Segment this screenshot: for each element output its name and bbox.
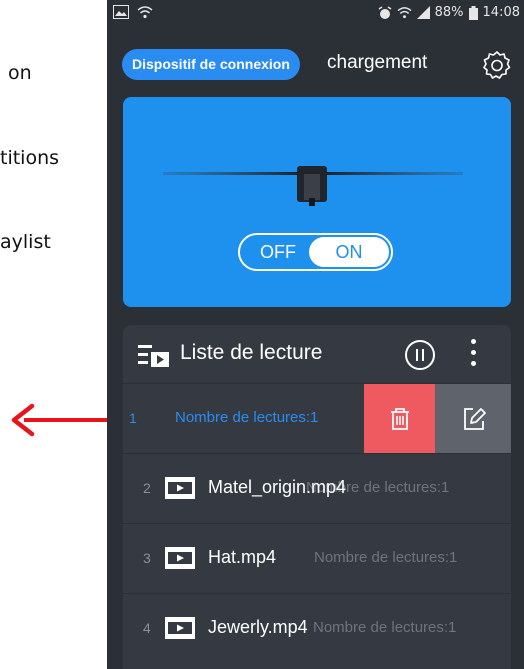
playlist-panel: Liste de lecture 1 Nombre de lectures:1 bbox=[123, 325, 511, 669]
gear-icon[interactable] bbox=[482, 50, 512, 80]
delete-button[interactable] bbox=[364, 384, 435, 454]
item-number: 2 bbox=[143, 480, 151, 496]
side-text-line-2: titions bbox=[0, 147, 60, 169]
device-card: OFF ON bbox=[123, 97, 511, 307]
pause-all-button[interactable] bbox=[405, 340, 435, 370]
wifi-status-icon bbox=[397, 7, 412, 19]
more-options-button[interactable] bbox=[469, 339, 477, 371]
edit-icon bbox=[464, 408, 486, 430]
red-arrow-annotation bbox=[11, 403, 120, 437]
playlist-item[interactable]: 2 Nombre de lectures:1 Matel_origin.mp4 bbox=[123, 453, 511, 524]
playlist-title: Liste de lecture bbox=[180, 341, 323, 364]
playlist-header: Liste de lecture bbox=[123, 325, 511, 383]
item-play-count: Nombre de lectures:1 bbox=[175, 409, 319, 426]
wifi-icon bbox=[137, 6, 153, 19]
item-number: 3 bbox=[143, 550, 151, 566]
trash-icon bbox=[391, 408, 409, 430]
video-file-icon bbox=[165, 617, 195, 639]
signal-icon bbox=[416, 6, 430, 19]
item-file-name: Hat.mp4 bbox=[208, 547, 277, 567]
side-text-line-3: aylist bbox=[0, 231, 51, 253]
item-play-count: Nombre de lectures:1 bbox=[313, 619, 457, 636]
playlist-icon bbox=[138, 345, 169, 367]
item-number: 1 bbox=[129, 410, 137, 426]
video-file-icon bbox=[165, 477, 195, 499]
status-bar: 88% 14:08 bbox=[107, 0, 524, 26]
battery-icon bbox=[468, 5, 478, 20]
top-bar: Dispositif de connexion chargement bbox=[107, 40, 524, 92]
edit-button[interactable] bbox=[435, 384, 511, 454]
hologram-fan-image bbox=[163, 166, 463, 206]
gallery-icon bbox=[113, 5, 129, 19]
side-text-line-1: on bbox=[8, 62, 32, 84]
battery-percent: 88% bbox=[434, 5, 464, 20]
toggle-on-label: ON bbox=[309, 237, 389, 267]
toggle-off-label: OFF bbox=[260, 242, 296, 262]
alarm-icon bbox=[378, 5, 392, 19]
video-file-icon bbox=[165, 547, 195, 569]
item-number: 4 bbox=[143, 620, 151, 636]
playlist-item[interactable]: 1 Nombre de lectures:1 bbox=[123, 383, 511, 454]
playlist-item[interactable]: 3 Hat.mp4 Nombre de lectures:1 bbox=[123, 523, 511, 594]
item-play-count: Nombre de lectures:1 bbox=[314, 549, 458, 566]
playlist-item[interactable]: 4 Jewerly.mp4 Nombre de lectures:1 bbox=[123, 593, 511, 664]
item-file-name: Jewerly.mp4 bbox=[208, 617, 308, 637]
item-file-name: Matel_origin.mp4 bbox=[208, 477, 347, 497]
connect-device-button[interactable]: Dispositif de connexion bbox=[122, 49, 300, 80]
phone-screen: 88% 14:08 Dispositif de connexion charge… bbox=[107, 0, 524, 669]
power-toggle[interactable]: OFF ON bbox=[238, 233, 393, 271]
download-tab[interactable]: chargement bbox=[327, 52, 427, 74]
clock: 14:08 bbox=[482, 5, 520, 20]
